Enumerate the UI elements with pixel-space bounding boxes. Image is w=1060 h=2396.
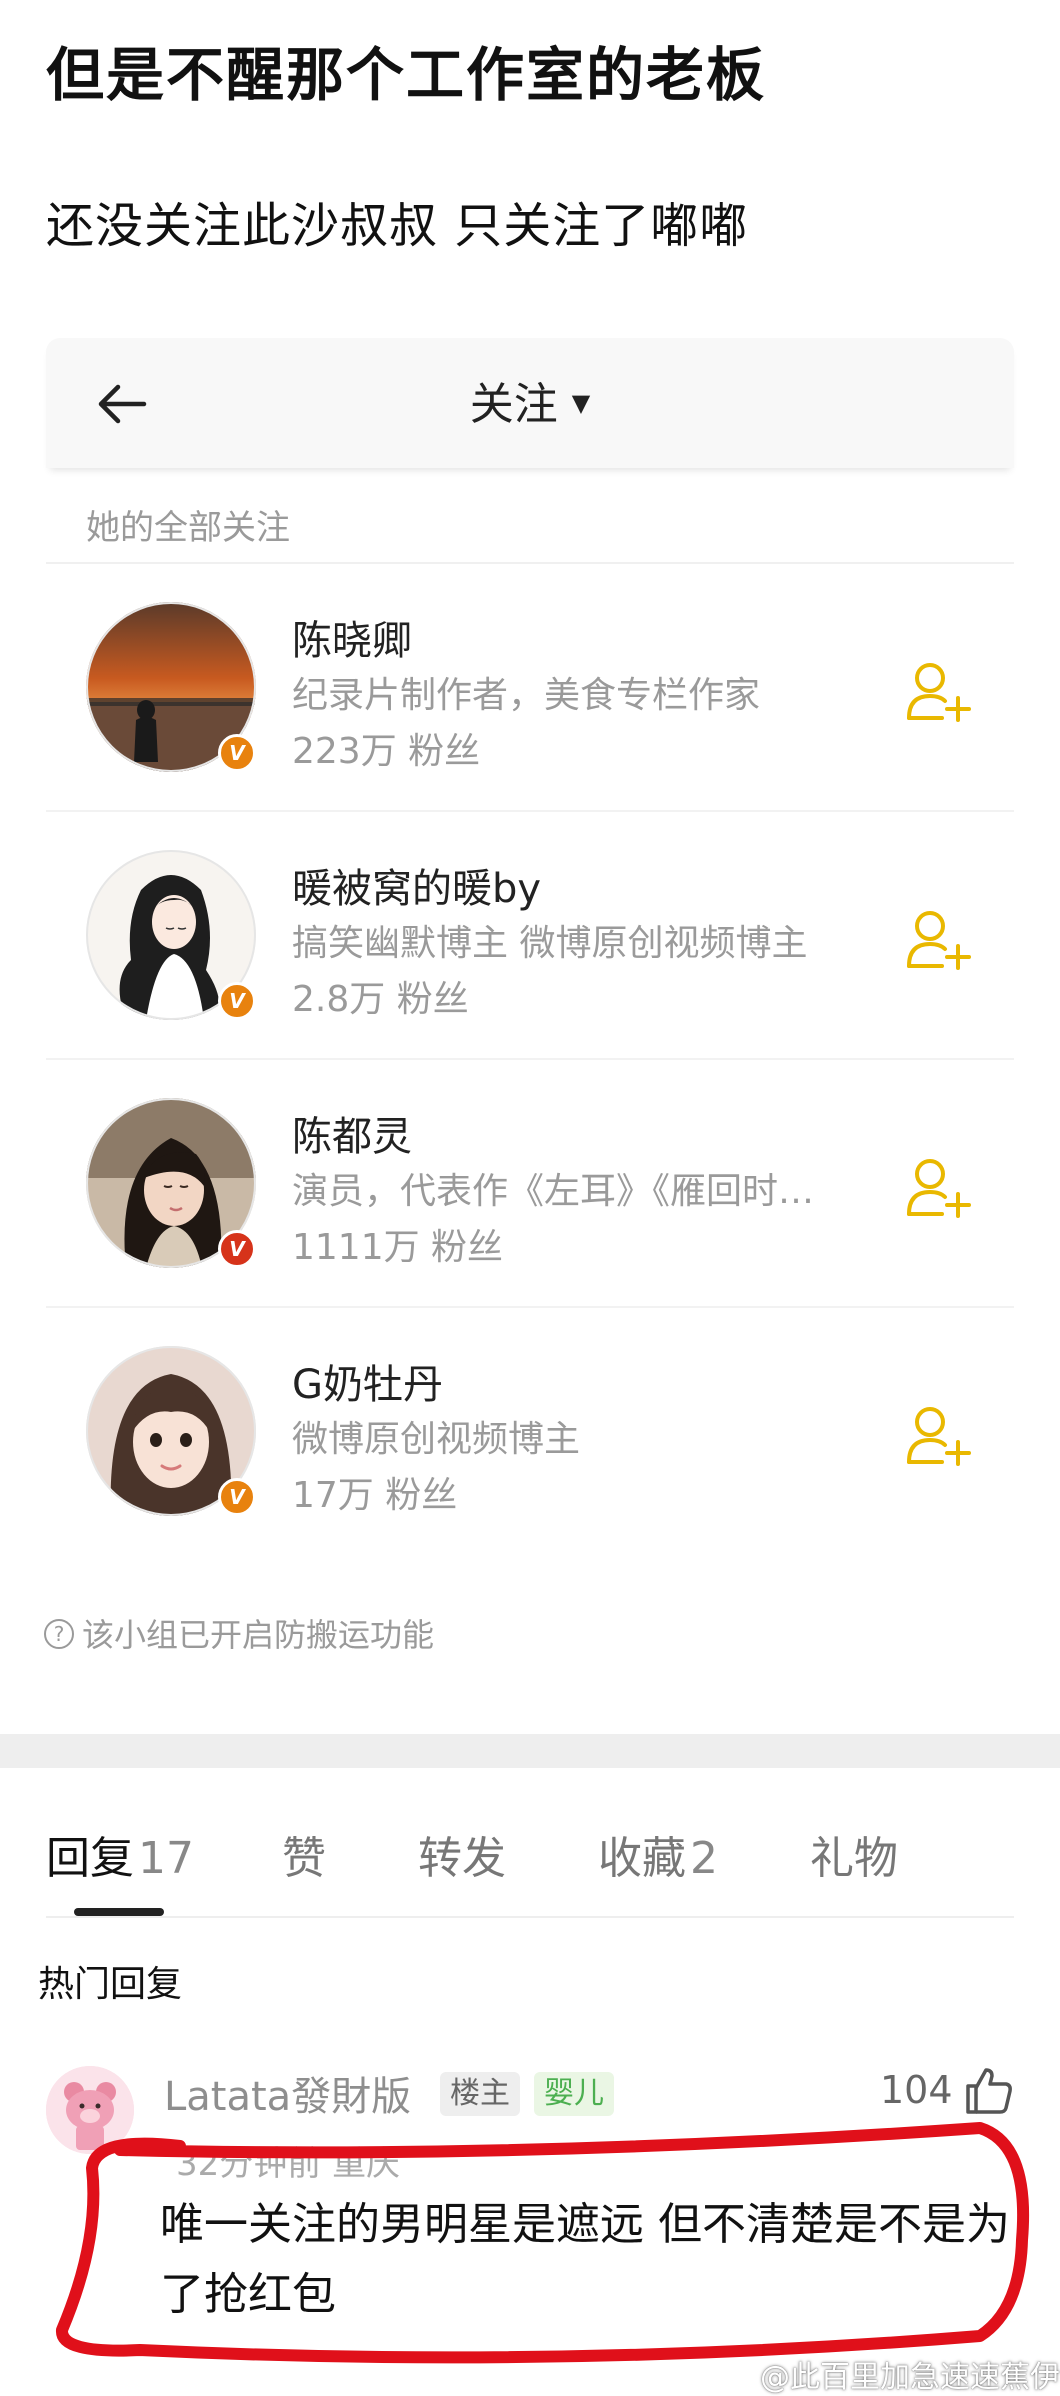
verified-badge: V	[218, 982, 256, 1020]
tab-label: 收藏	[598, 1833, 686, 1884]
watermark: @此百里加急速速蕉伊	[760, 2360, 1060, 2395]
nav-bar: 关注 ▼	[46, 338, 1014, 468]
nav-title-text: 关注	[469, 379, 558, 430]
tab-gifts[interactable]: 礼物	[810, 1822, 898, 1886]
tab-likes[interactable]: 赞	[282, 1822, 326, 1886]
anti-repost-notice: ? 该小组已开启防搬运功能	[44, 1610, 434, 1656]
post-title: 但是不醒那个工作室的老板	[46, 41, 767, 109]
embedded-screenshot: 关注 ▼ 她的全部关注 V 陈晓卿 纪录片制作者，美食专栏作家 223万 粉丝 …	[46, 338, 1014, 1668]
verified-badge: V	[218, 1478, 256, 1516]
follow-desc: 演员，代表作《左耳》《雁回时…	[292, 1171, 815, 1212]
verified-badge: V	[218, 734, 256, 772]
tab-label: 礼物	[810, 1833, 898, 1884]
tab-replies[interactable]: 回复17	[46, 1822, 194, 1886]
comment-meta: 32分钟前 重庆	[176, 2144, 401, 2184]
owner-badge: 楼主	[440, 2072, 520, 2116]
tab-underline	[74, 1908, 164, 1916]
follow-fans: 2.8万 粉丝	[292, 979, 469, 1020]
tab-count: 17	[138, 1833, 194, 1884]
section-label: 她的全部关注	[86, 508, 290, 548]
follow-name: G奶牡丹	[292, 1362, 443, 1408]
anti-repost-text: 该小组已开启防搬运功能	[82, 1616, 435, 1654]
like-count: 104	[880, 2068, 953, 2112]
avatar[interactable]	[46, 2066, 134, 2154]
follow-name: 暖被窝的暖by	[292, 866, 542, 912]
comment-username[interactable]: Latata發財版	[164, 2064, 411, 2122]
nav-title[interactable]: 关注 ▼	[46, 368, 1014, 432]
post-subtitle: 还没关注此沙叔叔 只关注了嘟嘟	[46, 198, 749, 254]
tab-label: 赞	[282, 1833, 326, 1884]
follow-row[interactable]: V G奶牡丹 微博原创视频博主 17万 粉丝	[46, 1308, 1014, 1556]
follow-row[interactable]: V 暖被窝的暖by 搞笑幽默博主 微博原创视频博主 2.8万 粉丝	[46, 812, 1014, 1060]
thumbs-up-icon[interactable]	[962, 2064, 1014, 2116]
follow-desc: 搞笑幽默博主 微博原创视频博主	[292, 923, 808, 964]
follow-name: 陈晓卿	[292, 618, 412, 664]
add-follow-icon[interactable]	[906, 660, 972, 722]
tab-label: 回复	[46, 1833, 134, 1884]
follow-desc: 微博原创视频博主	[292, 1419, 581, 1460]
level-badge: 婴儿	[534, 2072, 614, 2116]
tab-favorites[interactable]: 收藏2	[598, 1822, 718, 1886]
follow-name: 陈都灵	[292, 1114, 412, 1160]
comment-item: Latata發財版 楼主 婴儿 104 32分钟前 重庆 唯一关注的男明星是遮远…	[0, 2040, 1060, 2396]
follow-desc: 纪录片制作者，美食专栏作家	[292, 675, 761, 716]
hot-replies-title: 热门回复	[38, 1964, 183, 2005]
section-separator	[0, 1734, 1060, 1768]
tab-label: 转发	[418, 1833, 506, 1884]
add-follow-icon[interactable]	[906, 1156, 972, 1218]
follow-fans: 223万 粉丝	[292, 731, 481, 772]
help-icon: ?	[44, 1619, 74, 1649]
tab-count: 2	[690, 1833, 718, 1884]
follow-row[interactable]: V 陈晓卿 纪录片制作者，美食专栏作家 223万 粉丝	[46, 564, 1014, 812]
comment-text: 唯一关注的男明星是遮远 但不清楚是不是为了抢红包	[160, 2199, 1010, 2320]
tabs-divider	[46, 1916, 1014, 1918]
add-follow-icon[interactable]	[906, 908, 972, 970]
caret-down-icon: ▼	[571, 389, 591, 417]
add-follow-icon[interactable]	[906, 1404, 972, 1466]
tab-reposts[interactable]: 转发	[418, 1822, 506, 1886]
follow-fans: 1111万 粉丝	[292, 1227, 504, 1268]
follow-fans: 17万 粉丝	[292, 1475, 458, 1516]
follow-row[interactable]: V 陈都灵 演员，代表作《左耳》《雁回时… 1111万 粉丝	[46, 1060, 1014, 1308]
tab-bar: 回复17 赞 转发 收藏2 礼物	[0, 1768, 1060, 1918]
verified-badge: V	[218, 1230, 256, 1268]
